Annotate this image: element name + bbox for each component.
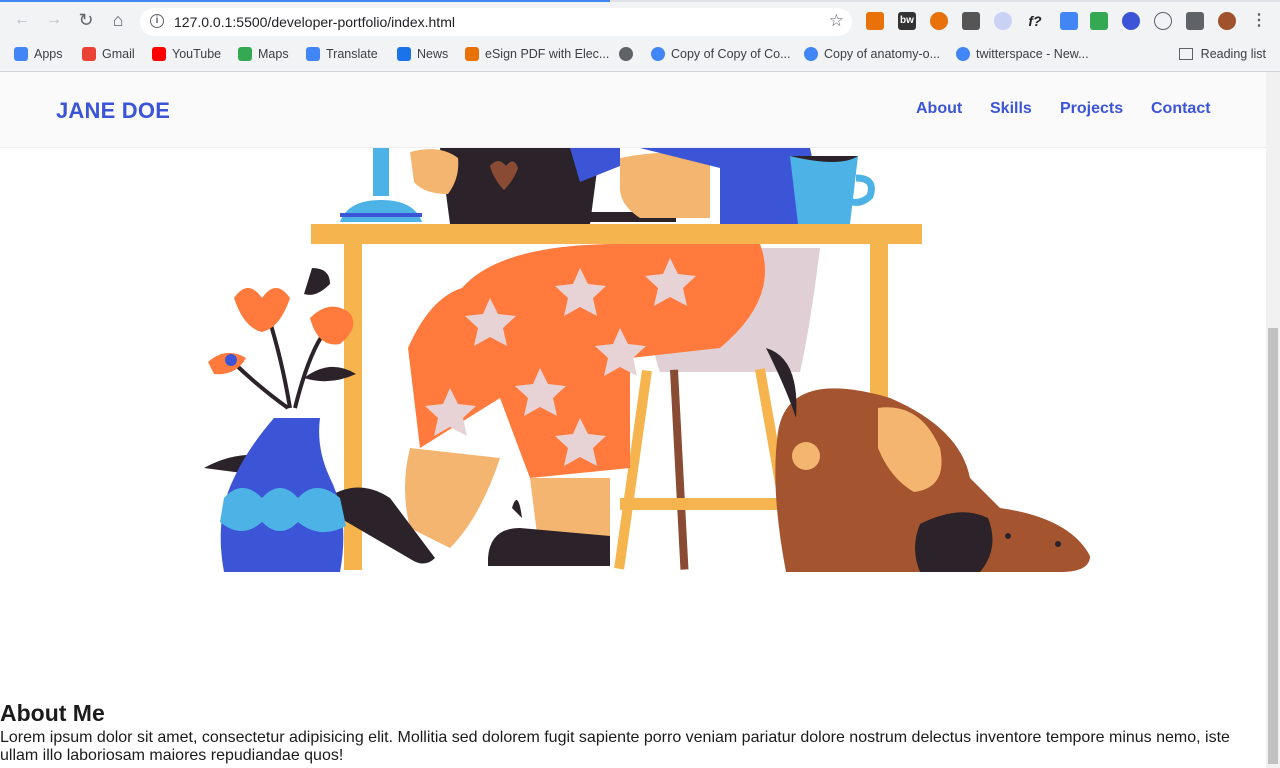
extension-icon[interactable] [1060, 12, 1078, 30]
extension-icon[interactable] [866, 12, 884, 30]
youtube-icon [152, 47, 166, 61]
avatar[interactable] [1218, 12, 1236, 30]
reload-icon[interactable]: ↻ [76, 10, 96, 30]
bookmark-gmail[interactable]: Gmail [82, 44, 135, 64]
nav-link-contact[interactable]: Contact [1151, 100, 1211, 118]
apps-icon [14, 47, 28, 61]
site-logo[interactable]: JANE DOE [56, 98, 170, 124]
bookmark-news[interactable]: News [397, 44, 448, 64]
reading-list-icon [1178, 48, 1193, 60]
gmail-icon [82, 47, 96, 61]
esign-icon [465, 47, 479, 61]
browser-toolbar: ← → ↻ ⌂ i 127.0.0.1:5500/developer-portf… [0, 2, 1280, 38]
page-content: JANE DOE About Skills Projects Contact A… [0, 72, 1266, 768]
extension-icon[interactable]: bw [898, 12, 916, 30]
site-header: JANE DOE About Skills Projects Contact [0, 72, 1266, 148]
nav-link-skills[interactable]: Skills [990, 100, 1032, 118]
globe-icon [619, 47, 633, 61]
extension-icon[interactable] [930, 12, 948, 30]
extension-icon[interactable] [994, 12, 1012, 30]
bookmark-maps[interactable]: Maps [238, 44, 289, 64]
bookmark-apps[interactable]: Apps [14, 44, 63, 64]
extension-icon[interactable] [1122, 12, 1140, 30]
scrollbar-thumb[interactable] [1268, 328, 1278, 764]
nav-link-about[interactable]: About [916, 100, 962, 118]
extension-icon[interactable] [962, 12, 980, 30]
reading-list[interactable]: Reading list [1178, 44, 1266, 64]
doc-icon [651, 47, 665, 61]
puzzle-icon[interactable] [1186, 12, 1204, 30]
news-icon [397, 47, 411, 61]
star-icon[interactable]: ☆ [829, 11, 844, 31]
page-scrollbar[interactable] [1266, 72, 1280, 768]
bookmark-translate[interactable]: Translate [306, 44, 378, 64]
extension-icon[interactable] [1154, 12, 1172, 30]
address-url[interactable]: 127.0.0.1:5500/developer-portfolio/index… [174, 14, 455, 30]
browser-chrome: ← → ↻ ⌂ i 127.0.0.1:5500/developer-portf… [0, 0, 1280, 72]
address-bar[interactable]: i 127.0.0.1:5500/developer-portfolio/ind… [140, 8, 852, 36]
translate-icon [306, 47, 320, 61]
bookmark-globe[interactable] [619, 44, 639, 64]
url-path: :5500/developer-portfolio/index.html [232, 14, 455, 30]
forward-arrow-icon[interactable]: → [44, 10, 64, 30]
bookmark-copy-2[interactable]: Copy of anatomy-o... [804, 44, 940, 64]
about-paragraph: Lorem ipsum dolor sit amet, consectetur … [0, 729, 1230, 764]
bookmark-esign[interactable]: eSign PDF with Elec... [465, 44, 609, 64]
nav-link-projects[interactable]: Projects [1060, 100, 1123, 118]
url-host: 127.0.0.1 [174, 14, 233, 30]
bookmark-youtube[interactable]: YouTube [152, 44, 221, 64]
hero-illustration [204, 148, 1090, 572]
info-icon[interactable]: i [150, 14, 164, 28]
extension-icon[interactable] [1090, 12, 1108, 30]
bookmark-copy-1[interactable]: Copy of Copy of Co... [651, 44, 791, 64]
about-heading: About Me [0, 700, 105, 726]
doc-icon [956, 47, 970, 61]
home-icon[interactable]: ⌂ [108, 10, 128, 30]
doc-icon [804, 47, 818, 61]
extension-icon[interactable]: f? [1026, 12, 1044, 30]
maps-icon [238, 47, 252, 61]
bookmarks-bar: Apps Gmail YouTube Maps Translate News e… [0, 38, 1280, 72]
bookmark-twitterspace[interactable]: twitterspace - New... [956, 44, 1089, 64]
back-arrow-icon[interactable]: ← [12, 10, 32, 30]
kebab-menu-icon[interactable]: ⋮ [1250, 12, 1268, 30]
